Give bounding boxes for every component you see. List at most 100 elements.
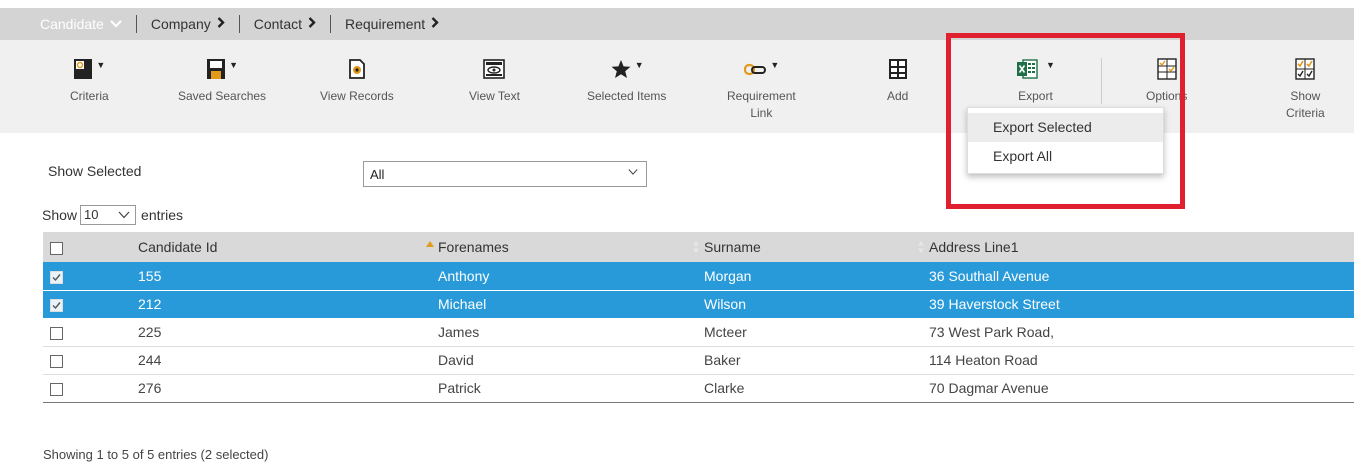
caret-down-icon: ▼ <box>634 60 644 70</box>
cell-surname: Baker <box>704 346 929 375</box>
breadcrumb: Candidate Company Contact Requirement <box>0 8 1354 40</box>
cell-forenames: Anthony <box>438 262 704 291</box>
cell-surname: Morgan <box>704 262 929 291</box>
criteria-label: Criteria <box>70 89 109 103</box>
show-criteria-icon <box>1295 58 1316 80</box>
cell-forenames: Patrick <box>438 374 704 403</box>
cell-candidate-id: 212 <box>138 290 438 319</box>
breadcrumb-contact[interactable]: Contact <box>254 16 316 32</box>
export-all-item[interactable]: Export All <box>968 142 1163 171</box>
row-checkbox[interactable] <box>50 354 63 368</box>
chevron-right-icon <box>431 17 439 31</box>
caret-down-icon: ▼ <box>1046 60 1055 70</box>
save-icon <box>207 59 226 79</box>
show-selected-label: Show Selected <box>48 163 142 179</box>
breadcrumb-candidate-label: Candidate <box>40 16 104 32</box>
column-header-label: Candidate Id <box>138 239 218 255</box>
column-header-label: Surname <box>704 239 761 255</box>
entries-suffix: entries <box>141 207 184 223</box>
checkmark-icon <box>52 301 61 309</box>
breadcrumb-requirement[interactable]: Requirement <box>345 16 439 32</box>
chevron-down-icon <box>118 211 130 219</box>
column-header-label: Address Line1 <box>929 239 1019 255</box>
checkmark-icon <box>52 273 61 281</box>
breadcrumb-divider <box>330 15 331 33</box>
entries-length-control: Show 10 entries <box>42 205 183 225</box>
column-header-surname[interactable]: Surname <box>704 232 929 262</box>
saved-searches-label: Saved Searches <box>178 89 267 103</box>
criteria-icon <box>74 59 93 79</box>
show-selected-value: All <box>370 166 385 182</box>
options-button[interactable]: Options <box>1146 52 1187 105</box>
column-header-forenames[interactable]: Forenames <box>438 232 704 262</box>
options-icon <box>1156 58 1177 80</box>
cell-candidate-id: 244 <box>138 346 438 375</box>
show-criteria-button[interactable]: Show Criteria <box>1286 52 1325 122</box>
caret-down-icon: ▼ <box>96 60 106 70</box>
toolbar-divider <box>1101 58 1102 104</box>
export-button[interactable]: ▼ Export <box>1016 52 1055 105</box>
table-row[interactable]: 244 David Baker 114 Heaton Road <box>43 346 1354 375</box>
requirement-link-label-line1: Requirement <box>727 89 796 103</box>
column-header-label: Forenames <box>438 239 509 255</box>
table-info-text: Showing 1 to 5 of 5 entries (2 selected) <box>43 447 269 462</box>
selected-items-button[interactable]: ▼ Selected Items <box>587 52 666 105</box>
view-text-label: View Text <box>469 89 520 103</box>
export-label: Export <box>1018 89 1053 103</box>
cell-surname: Clarke <box>704 374 929 403</box>
criteria-button[interactable]: ▼ Criteria <box>70 52 109 105</box>
view-records-button[interactable]: View Records <box>320 52 394 105</box>
row-checkbox[interactable] <box>50 382 63 396</box>
show-criteria-label-line1: Show <box>1290 89 1321 103</box>
saved-searches-button[interactable]: ▼ Saved Searches <box>178 52 266 105</box>
breadcrumb-contact-label: Contact <box>253 16 302 32</box>
view-records-label: View Records <box>320 89 394 103</box>
chevron-down-icon <box>628 169 638 175</box>
table-row[interactable]: 225 James Mcteer 73 West Park Road, <box>43 318 1354 347</box>
breadcrumb-company-label: Company <box>150 16 211 32</box>
column-header-candidate-id[interactable]: Candidate Id <box>138 232 438 262</box>
breadcrumb-candidate[interactable]: Candidate <box>40 16 122 32</box>
row-checkbox[interactable] <box>50 270 63 284</box>
column-header-address-line1[interactable]: Address Line1 <box>929 232 1354 262</box>
chevron-down-icon <box>110 17 122 31</box>
view-text-icon <box>483 59 506 79</box>
entries-value: 10 <box>84 207 99 222</box>
caret-down-icon: ▼ <box>229 60 238 70</box>
table-row[interactable]: 212 Michael Wilson 39 Haverstock Street <box>43 290 1354 319</box>
select-all-header <box>43 232 138 262</box>
options-label: Options <box>1146 89 1188 103</box>
selected-items-label: Selected Items <box>587 89 667 103</box>
select-all-checkbox[interactable] <box>50 241 63 255</box>
show-criteria-label-line2: Criteria <box>1286 106 1325 120</box>
sort-both-icon <box>918 241 924 253</box>
table-header-row: Candidate Id Forenames Surname Address L… <box>43 232 1354 262</box>
breadcrumb-requirement-label: Requirement <box>345 16 426 32</box>
requirement-link-button[interactable]: ▼ Requirement Link <box>727 52 796 122</box>
sort-both-icon <box>693 241 699 253</box>
breadcrumb-divider <box>238 15 240 33</box>
cell-address: 39 Haverstock Street <box>929 290 1354 319</box>
table-row[interactable]: 155 Anthony Morgan 36 Southall Avenue <box>43 262 1354 291</box>
caret-down-icon: ▼ <box>770 60 780 70</box>
cell-candidate-id: 225 <box>138 318 438 347</box>
breadcrumb-company[interactable]: Company <box>151 16 225 32</box>
cell-forenames: James <box>438 318 704 347</box>
add-button[interactable]: Add <box>887 52 908 105</box>
show-selected-dropdown[interactable]: All <box>363 161 647 187</box>
row-checkbox[interactable] <box>50 298 63 312</box>
entries-prefix: Show <box>42 207 78 223</box>
breadcrumb-divider <box>135 15 137 33</box>
view-text-button[interactable]: View Text <box>469 52 520 105</box>
row-checkbox[interactable] <box>50 326 63 340</box>
table-row[interactable]: 276 Patrick Clarke 70 Dagmar Avenue <box>43 374 1354 403</box>
requirement-link-label-line2: Link <box>750 106 773 120</box>
cell-forenames: Michael <box>438 290 704 319</box>
cell-candidate-id: 276 <box>138 374 438 403</box>
cell-address: 73 West Park Road, <box>929 318 1354 347</box>
cell-address: 114 Heaton Road <box>929 346 1354 375</box>
link-icon <box>744 63 767 76</box>
chevron-right-icon <box>217 17 225 31</box>
export-selected-item[interactable]: Export Selected <box>968 113 1163 142</box>
entries-per-page-select[interactable]: 10 <box>80 205 137 225</box>
